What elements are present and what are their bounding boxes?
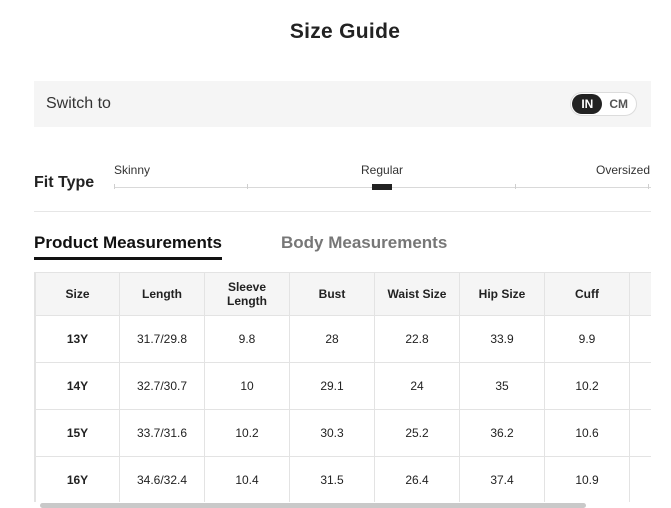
table-header-row: Size Length Sleeve Length Bust Waist Siz… <box>35 272 651 316</box>
table-cell: 10.2 <box>204 409 290 457</box>
table-cell <box>629 409 651 457</box>
table-cell: 37.4 <box>459 456 545 502</box>
table-row: 15Y 33.7/31.6 10.2 30.3 25.2 36.2 10.6 <box>35 409 651 457</box>
table-row: 13Y 31.7/29.8 9.8 28 22.8 33.9 9.9 <box>35 315 651 363</box>
fit-scale-tick <box>114 184 115 189</box>
table-cell: 33.7/31.6 <box>119 409 205 457</box>
column-header-waist-size: Waist Size <box>374 272 460 316</box>
table-cell: 25.2 <box>374 409 460 457</box>
unit-switch-label: Switch to <box>46 95 111 112</box>
unit-option-in[interactable]: IN <box>572 94 603 114</box>
column-header-size: Size <box>35 272 120 316</box>
table-cell: 9.9 <box>544 315 630 363</box>
table-cell: 34.6/32.4 <box>119 456 205 502</box>
table-cell: 9.8 <box>204 315 290 363</box>
unit-option-cm[interactable]: CM <box>602 94 635 114</box>
column-header-next <box>629 272 651 316</box>
table-cell: 22.8 <box>374 315 460 363</box>
table-cell: 10.6 <box>544 409 630 457</box>
table-cell: 29.1 <box>289 362 375 410</box>
measurements-table-container[interactable]: Size Length Sleeve Length Bust Waist Siz… <box>34 272 651 502</box>
table-cell: 35 <box>459 362 545 410</box>
table-cell: 33.9 <box>459 315 545 363</box>
table-cell <box>629 315 651 363</box>
column-header-hip-size: Hip Size <box>459 272 545 316</box>
table-row: 16Y 34.6/32.4 10.4 31.5 26.4 37.4 10.9 <box>35 456 651 502</box>
measurements-table: Size Length Sleeve Length Bust Waist Siz… <box>35 272 651 502</box>
sleeve-length-text: Sleeve Length <box>227 280 267 308</box>
fit-type-label: Fit Type <box>34 174 95 191</box>
fit-option-regular: Regular <box>361 163 404 177</box>
table-cell: 30.3 <box>289 409 375 457</box>
table-cell: 31.7/29.8 <box>119 315 205 363</box>
table-cell: 24 <box>374 362 460 410</box>
table-cell: 31.5 <box>289 456 375 502</box>
table-cell: 36.2 <box>459 409 545 457</box>
table-cell: 28 <box>289 315 375 363</box>
tab-body-measurements[interactable]: Body Measurements <box>281 233 447 253</box>
table-cell-size: 16Y <box>35 456 120 502</box>
column-header-bust: Bust <box>289 272 375 316</box>
column-header-sleeve-length: Sleeve Length <box>204 272 290 316</box>
fit-scale-tick <box>515 184 516 189</box>
unit-toggle[interactable]: IN CM <box>570 92 637 116</box>
unit-switch-bar: Switch to IN CM <box>34 81 651 127</box>
table-cell <box>629 456 651 502</box>
table-row: 14Y 32.7/30.7 10 29.1 24 35 10.2 <box>35 362 651 410</box>
fit-option-skinny: Skinny <box>114 163 151 177</box>
table-cell-size: 15Y <box>35 409 120 457</box>
column-header-cuff: Cuff <box>544 272 630 316</box>
table-cell: 10.4 <box>204 456 290 502</box>
table-cell-size: 14Y <box>35 362 120 410</box>
table-cell: 26.4 <box>374 456 460 502</box>
fit-option-oversized: Oversized <box>596 163 651 177</box>
tab-product-measurements[interactable]: Product Measurements <box>34 233 222 260</box>
section-divider <box>34 211 651 212</box>
horizontal-scrollbar[interactable] <box>40 503 586 508</box>
table-cell: 10.2 <box>544 362 630 410</box>
column-header-length: Length <box>119 272 205 316</box>
table-cell <box>629 362 651 410</box>
page-title: Size Guide <box>289 20 401 43</box>
table-cell: 32.7/30.7 <box>119 362 205 410</box>
fit-scale-tick <box>247 184 248 189</box>
fit-type-marker <box>372 184 392 190</box>
table-cell-size: 13Y <box>35 315 120 363</box>
fit-scale-tick <box>648 184 649 189</box>
table-cell: 10.9 <box>544 456 630 502</box>
table-cell: 10 <box>204 362 290 410</box>
